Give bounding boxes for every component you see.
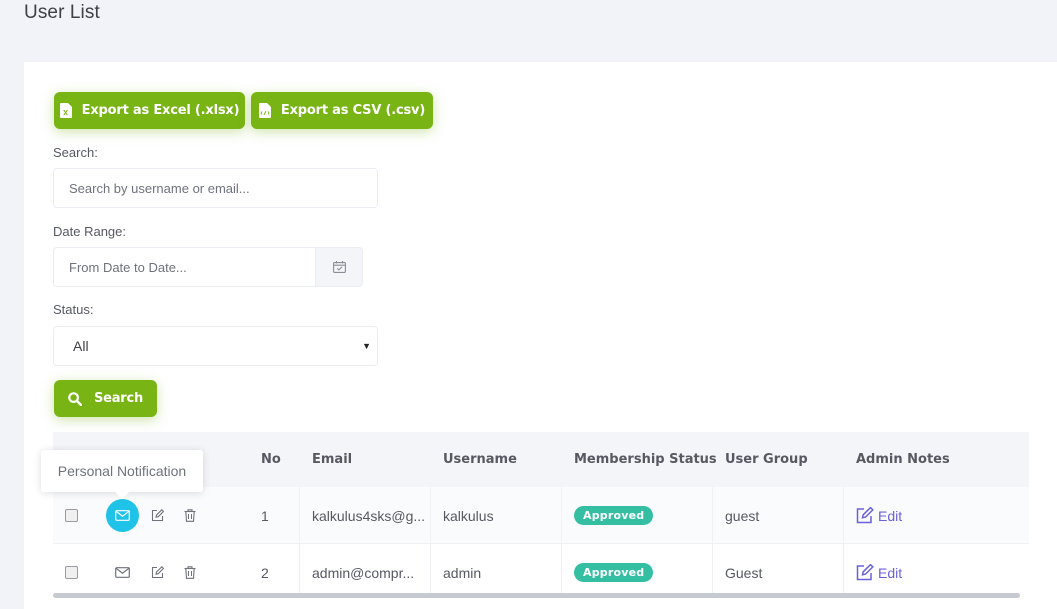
date-range-label: Date Range: bbox=[53, 224, 126, 239]
user-list-card: Export as Excel (.xlsx) Export as CSV (.… bbox=[24, 62, 1057, 609]
admin-notes-edit-link[interactable]: Edit bbox=[856, 564, 902, 581]
column-header-admin-notes[interactable]: Admin Notes bbox=[856, 432, 950, 487]
status-select[interactable]: All ▼ bbox=[53, 326, 378, 366]
column-divider bbox=[712, 487, 713, 597]
export-csv-button[interactable]: Export as CSV (.csv) bbox=[251, 92, 433, 129]
column-divider bbox=[843, 487, 844, 597]
cell-username: admin bbox=[443, 564, 482, 581]
search-button-label: Search bbox=[93, 391, 144, 406]
edit-link-label: Edit bbox=[878, 507, 903, 524]
page-title: User List bbox=[24, 2, 100, 23]
cell-no: 1 bbox=[261, 507, 269, 524]
tooltip-text: Personal Notification bbox=[57, 463, 187, 479]
edit-icon bbox=[151, 566, 164, 579]
export-excel-button[interactable]: Export as Excel (.xlsx) bbox=[54, 92, 245, 129]
mail-icon bbox=[115, 567, 130, 578]
table-row: 1 kalkulus4sks@g... kalkulus Approved gu… bbox=[53, 487, 1029, 544]
cell-user-group: guest bbox=[725, 507, 760, 524]
cell-username: kalkulus bbox=[443, 507, 494, 524]
edit-link-label: Edit bbox=[878, 564, 903, 581]
edit-user-button[interactable] bbox=[151, 509, 164, 522]
personal-notification-tooltip: Personal Notification bbox=[41, 450, 203, 499]
trash-icon bbox=[184, 566, 196, 579]
cell-user-group: Guest bbox=[725, 564, 763, 581]
search-label: Search: bbox=[53, 145, 98, 160]
edit-icon bbox=[151, 509, 164, 522]
edit-user-button[interactable] bbox=[151, 566, 164, 579]
trash-icon bbox=[184, 509, 196, 522]
personal-notification-button[interactable] bbox=[106, 499, 139, 532]
admin-notes-edit-link[interactable]: Edit bbox=[856, 507, 902, 524]
search-input[interactable] bbox=[53, 168, 378, 208]
column-divider bbox=[430, 487, 431, 597]
delete-user-button[interactable] bbox=[184, 566, 196, 579]
column-header-no[interactable]: No bbox=[261, 432, 281, 487]
personal-notification-button[interactable] bbox=[106, 556, 139, 589]
export-excel-label: Export as Excel (.xlsx) bbox=[81, 103, 240, 118]
csv-file-icon bbox=[258, 103, 271, 118]
column-header-email[interactable]: Email bbox=[312, 432, 352, 487]
table-row: 2 admin@compr... admin Approved Guest Ed… bbox=[53, 544, 1029, 597]
cell-email: admin@compr... bbox=[312, 564, 415, 581]
calendar-icon bbox=[332, 261, 346, 273]
export-csv-label: Export as CSV (.csv) bbox=[280, 103, 426, 118]
mail-icon bbox=[115, 510, 130, 521]
cell-email: kalkulus4sks@g... bbox=[312, 507, 426, 524]
edit-note-icon bbox=[856, 564, 874, 581]
status-badge: Approved bbox=[574, 563, 654, 582]
caret-down-icon: ▼ bbox=[362, 341, 371, 351]
column-header-username[interactable]: Username bbox=[443, 432, 517, 487]
row-checkbox[interactable] bbox=[65, 566, 78, 579]
cell-no: 2 bbox=[261, 564, 269, 581]
search-button[interactable]: Search bbox=[54, 380, 157, 417]
column-divider bbox=[561, 487, 562, 597]
status-selected-value: All bbox=[73, 338, 89, 354]
column-header-membership-status[interactable]: Membership Status bbox=[574, 432, 717, 487]
row-checkbox[interactable] bbox=[65, 509, 78, 522]
date-range-input[interactable] bbox=[53, 247, 316, 287]
status-badge: Approved bbox=[574, 506, 654, 525]
horizontal-scrollbar[interactable] bbox=[53, 593, 1020, 598]
edit-note-icon bbox=[856, 507, 874, 524]
status-label: Status: bbox=[53, 302, 94, 317]
excel-file-icon bbox=[59, 103, 72, 118]
calendar-button[interactable] bbox=[315, 247, 363, 287]
column-header-user-group[interactable]: User Group bbox=[725, 432, 808, 487]
search-icon bbox=[68, 391, 82, 406]
column-divider bbox=[299, 487, 300, 597]
delete-user-button[interactable] bbox=[184, 509, 196, 522]
